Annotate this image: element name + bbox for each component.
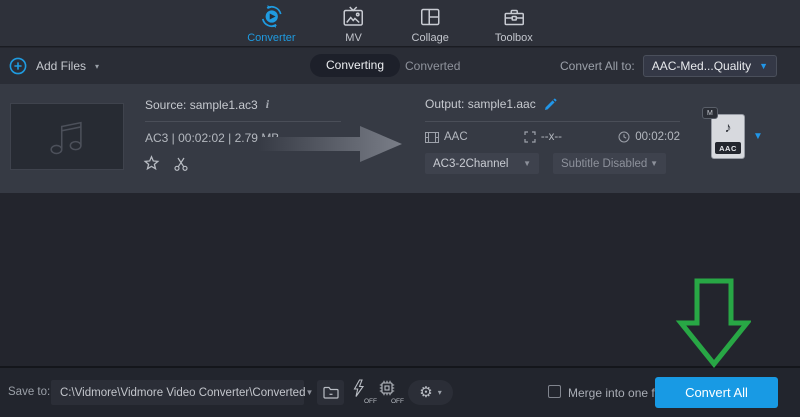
merge-checkbox-label: Merge into one file: [568, 386, 667, 400]
convert-all-button[interactable]: Convert All: [655, 377, 778, 408]
file-list-item: Source: sample1.ac3 i AC3 | 00:02:02 | 2…: [0, 84, 800, 193]
mv-icon: [342, 4, 366, 29]
output-duration-value: 00:02:02: [635, 131, 680, 143]
hardware-accel-off-label: OFF: [391, 398, 404, 405]
note-glyph-icon: ♪: [712, 119, 744, 135]
rename-pencil-icon[interactable]: [544, 98, 557, 111]
tab-converting[interactable]: Converting: [310, 54, 400, 77]
output-divider: [425, 121, 680, 122]
convert-all-to-value: AAC-Med...Quality: [652, 59, 751, 73]
convert-all-to-label: Convert All to:: [560, 59, 635, 73]
high-speed-off-label: OFF: [364, 398, 377, 405]
status-bar: Save to: C:\Vidmore\Vidmore Video Conver…: [0, 366, 800, 417]
source-divider: [145, 121, 341, 122]
save-to-label: Save to:: [8, 386, 50, 398]
file-thumbnail: [10, 103, 124, 170]
merge-checkbox[interactable]: [548, 385, 561, 398]
add-circle-icon: [9, 57, 27, 75]
format-caret-icon[interactable]: ▼: [753, 131, 763, 142]
subtitle-select[interactable]: Subtitle Disabled ▼: [553, 153, 666, 174]
settings-button[interactable]: ⚙ ▾: [408, 380, 453, 405]
gear-icon: ⚙: [419, 385, 432, 400]
add-files-caret-icon[interactable]: ▾: [95, 62, 99, 71]
convert-direction-arrow: [258, 125, 403, 168]
toolbar: Add Files ▾ Converting Converted Convert…: [0, 48, 800, 84]
chevron-down-icon: ▼: [759, 61, 768, 71]
convert-all-to-group: Convert All to: AAC-Med...Quality ▼: [560, 55, 777, 77]
resolution-icon: [524, 131, 536, 143]
output-resolution-value: --x--: [541, 131, 562, 143]
add-files-button[interactable]: Add Files ▾: [9, 48, 99, 84]
audio-track-value: AC3-2Channel: [433, 158, 508, 170]
annotation-green-arrow: [671, 278, 751, 373]
tab-toolbox[interactable]: Toolbox: [493, 3, 535, 50]
tab-mv-label: MV: [345, 32, 362, 44]
convert-all-to-select[interactable]: AAC-Med...Quality ▼: [643, 55, 777, 77]
film-icon: [425, 132, 439, 143]
save-path-value: C:\Vidmore\Vidmore Video Converter\Conve…: [60, 387, 305, 399]
chevron-down-icon: ▼: [650, 159, 658, 168]
lightning-icon: [351, 379, 366, 398]
source-filename: Source: sample1.ac3: [145, 98, 258, 112]
subtitle-value: Subtitle Disabled: [561, 158, 647, 170]
effects-star-icon[interactable]: [143, 155, 160, 172]
chevron-down-icon: ▼: [523, 159, 531, 168]
chip-icon: [378, 379, 396, 397]
tab-collage-label: Collage: [412, 32, 449, 44]
audio-track-select[interactable]: AC3-2Channel ▼: [425, 153, 539, 174]
settings-caret-icon: ▾: [438, 388, 442, 397]
hardware-accel-toggle[interactable]: OFF: [378, 379, 402, 406]
format-badge-label: AAC: [715, 142, 741, 154]
clock-icon: [618, 131, 630, 143]
output-filename: Output: sample1.aac: [425, 97, 536, 111]
tab-collage[interactable]: Collage: [410, 3, 451, 50]
music-note-icon: [44, 114, 90, 160]
chevron-down-icon: ▼: [305, 388, 313, 397]
converter-icon: [259, 4, 284, 29]
nav-tabs: Converter MV: [245, 3, 535, 50]
add-files-label: Add Files: [36, 59, 86, 73]
collage-icon: [418, 4, 442, 29]
toolbox-icon: [502, 4, 526, 29]
info-icon[interactable]: i: [266, 97, 269, 112]
open-folder-button[interactable]: [317, 380, 344, 405]
output-format-value: AAC: [444, 131, 468, 143]
tab-converter-label: Converter: [247, 32, 295, 44]
tab-converted[interactable]: Converted: [405, 59, 460, 73]
folder-icon: [323, 386, 339, 399]
output-format-file-icon[interactable]: M ♪ AAC: [711, 114, 745, 159]
top-nav-bar: Converter MV: [0, 0, 800, 47]
high-speed-toggle[interactable]: OFF: [351, 379, 375, 406]
save-path-select[interactable]: C:\Vidmore\Vidmore Video Converter\Conve…: [51, 380, 304, 405]
quality-badge: M: [702, 107, 718, 119]
app-window: Converter MV: [0, 0, 800, 417]
tab-toolbox-label: Toolbox: [495, 32, 533, 44]
cut-scissors-icon[interactable]: [173, 156, 189, 172]
tab-mv[interactable]: MV: [340, 3, 368, 50]
tab-converter[interactable]: Converter: [245, 3, 297, 50]
